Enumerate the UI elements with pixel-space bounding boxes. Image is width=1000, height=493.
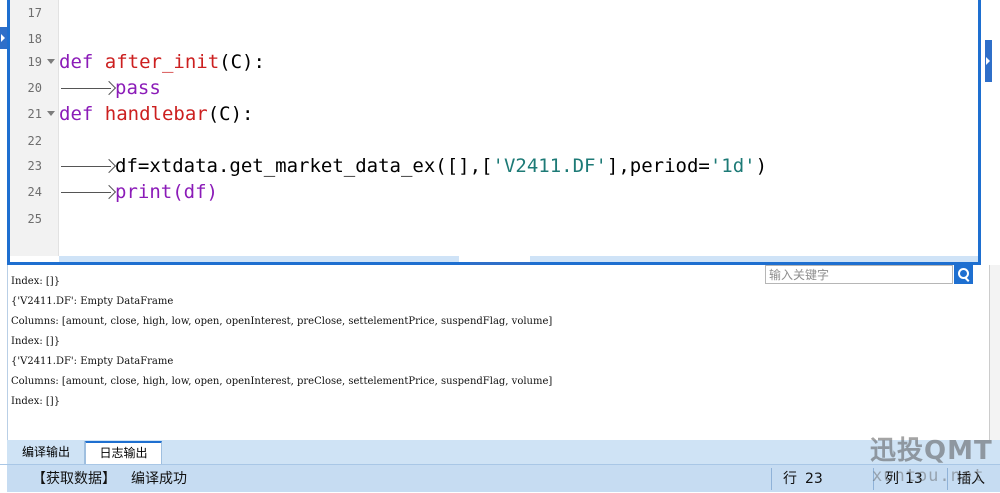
collapse-left-panel-handle[interactable]	[0, 27, 7, 49]
code-token: )	[755, 155, 768, 177]
code-token: df=xtdata.get_market_data_ex([],[	[115, 155, 493, 177]
line-number: 21	[27, 107, 42, 121]
log-search-box	[765, 265, 953, 284]
code-line-21[interactable]: 21 def handlebar(C):	[10, 101, 978, 127]
punctuation-token: (C):	[207, 103, 254, 125]
log-line: {'V2411.DF': Empty DataFrame	[11, 296, 174, 307]
output-tab-bar: 编译输出 日志输出	[0, 440, 1000, 464]
log-line: {'V2411.DF': Empty DataFrame	[11, 356, 174, 367]
fold-toggle-icon[interactable]	[47, 111, 55, 116]
status-bar: 【获取数据】 编译成功 行 23 列 13 插入	[0, 464, 1000, 493]
editor-frame-right	[978, 0, 981, 264]
cursor-row-value: 23	[805, 471, 823, 487]
editor-frame-left	[7, 0, 10, 264]
search-icon	[958, 268, 969, 279]
keyword-token: pass	[115, 77, 161, 99]
tab-arrow-icon	[59, 153, 115, 179]
collapse-right-panel-handle[interactable]	[985, 40, 992, 82]
code-text[interactable]: pass	[59, 75, 161, 101]
line-number: 20	[27, 81, 42, 95]
code-text[interactable]: print(df)	[59, 179, 218, 205]
cursor-row-label: 行	[783, 471, 797, 487]
code-line-17[interactable]: 17	[10, 0, 978, 26]
log-search-input[interactable]	[766, 266, 952, 283]
keyword-token: print(df)	[115, 181, 218, 203]
line-number: 19	[27, 55, 42, 69]
fold-toggle-icon[interactable]	[47, 59, 55, 64]
output-vertical-scrollbar[interactable]	[989, 265, 1000, 440]
line-number: 22	[27, 134, 42, 148]
tab-log-output[interactable]: 日志输出	[85, 441, 162, 464]
line-number: 18	[27, 32, 42, 46]
log-line: Index: []}	[11, 276, 61, 287]
status-separator	[771, 468, 772, 490]
tab-arrow-icon	[59, 75, 115, 101]
function-name-token: after_init	[104, 51, 220, 73]
log-line: Columns: [amount, close, high, low, open…	[11, 316, 553, 327]
code-line-24[interactable]: 24 print(df)	[10, 179, 978, 205]
code-line-25[interactable]: 25	[10, 206, 978, 232]
status-bar-left-pad	[0, 465, 7, 493]
tab-arrow-icon	[59, 179, 115, 205]
function-name-token: handlebar	[104, 103, 208, 125]
code-line-22[interactable]: 22	[10, 128, 978, 154]
tab-compile-output[interactable]: 编译输出	[8, 441, 85, 464]
line-number: 24	[27, 185, 42, 199]
code-line-23[interactable]: 23 df=xtdata.get_market_data_ex([],['V24…	[10, 153, 978, 179]
tab-bar-left-pad	[0, 440, 7, 464]
watermark-title: 迅投QMT	[870, 436, 993, 466]
status-message: 编译成功	[131, 471, 187, 487]
log-line: Index: []}	[11, 336, 61, 347]
code-text[interactable]: def after_init(C):	[59, 49, 265, 75]
code-text[interactable]: df=xtdata.get_market_data_ex([],['V2411.…	[59, 153, 767, 179]
code-text[interactable]: def handlebar(C):	[59, 101, 254, 127]
code-line-19[interactable]: 19 def after_init(C):	[10, 49, 978, 75]
keyword-token: def	[59, 51, 94, 73]
code-editor[interactable]: 17 18 19 def after_init(C): 20 pass 21 d…	[0, 0, 1000, 267]
code-token: ],period=	[606, 155, 710, 177]
string-token: '1d'	[709, 155, 756, 177]
line-number: 23	[27, 159, 42, 173]
punctuation-token: (C):	[219, 51, 265, 73]
watermark-url: xuntou.net	[872, 466, 985, 486]
log-output-panel[interactable]	[0, 265, 1000, 440]
log-line: Columns: [amount, close, high, low, open…	[11, 376, 553, 387]
line-number: 25	[27, 212, 42, 226]
output-border-left	[7, 265, 8, 440]
line-number: 17	[27, 6, 42, 20]
log-line: Index: []}	[11, 396, 61, 407]
string-token: 'V2411.DF'	[492, 155, 607, 177]
status-process-name: 【获取数据】	[32, 471, 116, 487]
keyword-token: def	[59, 103, 94, 125]
search-button[interactable]	[954, 265, 973, 284]
code-line-20[interactable]: 20 pass	[10, 75, 978, 101]
search-icon-handle	[964, 277, 970, 282]
